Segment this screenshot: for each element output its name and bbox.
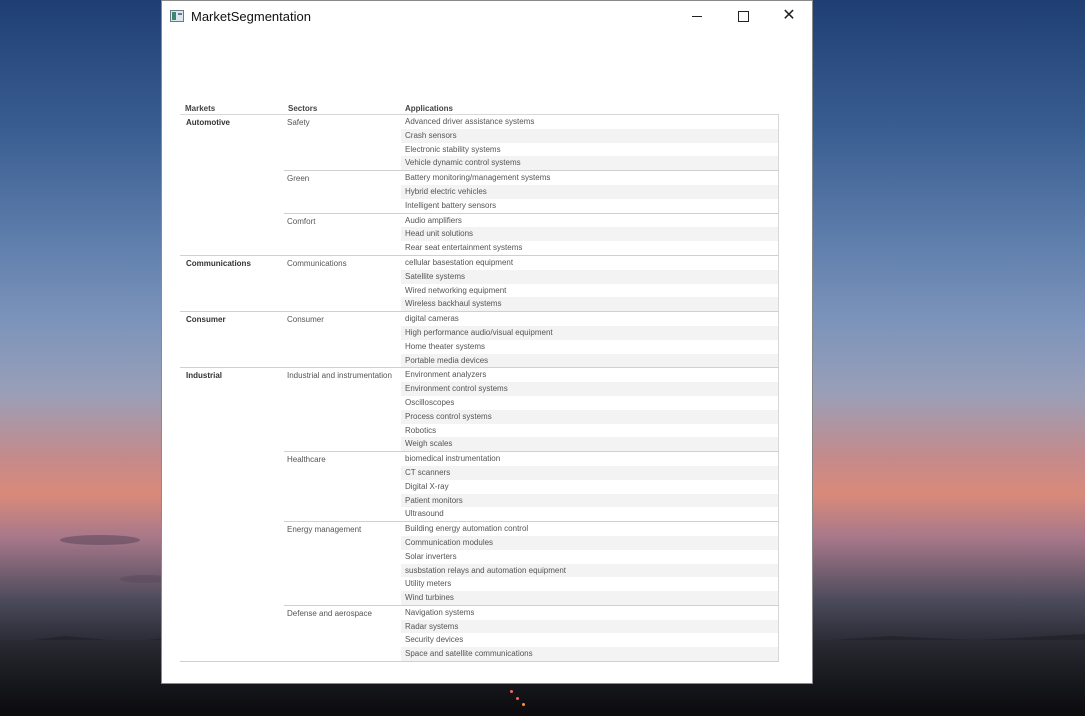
application-row: Hybrid electric vehicles — [401, 184, 778, 199]
application-row: CT scanners — [401, 465, 778, 480]
application-row: Wind turbines — [401, 591, 778, 605]
application-row: Portable media devices — [401, 353, 778, 368]
application-row: cellular basestation equipment — [405, 257, 514, 267]
app-window: MarketSegmentation ✕ Markets Sectors App… — [161, 0, 813, 684]
sector-group: Communications cellular basestation equip… — [284, 255, 779, 312]
application-row: Navigation systems — [405, 607, 475, 617]
application-row: Radar systems — [401, 619, 778, 634]
market-label: Communications — [186, 258, 251, 268]
maximize-icon — [737, 10, 749, 22]
close-button[interactable]: ✕ — [766, 1, 812, 31]
sector-label: Defense and aerospace — [287, 608, 372, 618]
table-header: Markets Sectors Applications — [180, 104, 779, 114]
application-row: susbstation relays and automation equipm… — [401, 563, 778, 578]
application-row: Building energy automation control — [405, 524, 529, 534]
application-row: Electronic stability systems — [405, 144, 501, 154]
sector-label: Healthcare — [287, 455, 326, 465]
application-row: Patient monitors — [401, 493, 778, 508]
application-row: Communication modules — [401, 535, 778, 550]
sector-group: Industrial and instrumentation Environmen… — [284, 368, 779, 452]
application-row: Oscilloscopes — [405, 397, 455, 407]
application-row: Utility meters — [405, 579, 452, 589]
application-row: Solar inverters — [405, 551, 457, 561]
application-row: Weigh scales — [401, 437, 778, 452]
application-row: Wireless backhaul systems — [401, 297, 778, 312]
application-row: Robotics — [405, 425, 437, 435]
application-row: Security devices — [405, 635, 464, 645]
applications-list: Audio amplifiers Head unit solutions Rear … — [401, 213, 779, 255]
application-row: Rear seat entertainment systems — [405, 243, 523, 253]
sector-label: Safety — [287, 118, 310, 127]
application-row: Vehicle dynamic control systems — [401, 156, 778, 171]
window-title: MarketSegmentation — [191, 8, 311, 24]
title-bar[interactable]: MarketSegmentation ✕ — [162, 1, 812, 31]
sector-group: Consumer digital cameras High performance … — [284, 312, 779, 368]
market-segmentation-table: Markets Sectors Applications Automotive S… — [180, 104, 779, 663]
minimize-icon — [692, 15, 702, 17]
sector-label: Comfort — [287, 216, 316, 226]
app-icon[interactable] — [170, 10, 184, 22]
table-body: Automotive Safety Advanced driver assistan… — [180, 114, 779, 663]
application-row: Advanced driver assistance systems — [405, 117, 535, 126]
sector-label: Green — [287, 174, 310, 184]
sector-label: Energy management — [287, 525, 362, 535]
application-row: High performance audio/visual equipment — [401, 325, 778, 340]
applications-list: biomedical instrumentation CT scanners Dig… — [401, 452, 779, 522]
sector-label: Communications — [287, 258, 347, 268]
application-row: Home theater systems — [405, 341, 486, 351]
sector-group: Safety Advanced driver assistance systems… — [284, 115, 779, 171]
market-group: Communications Communications cellular bas… — [180, 254, 779, 312]
applications-list: Navigation systems Radar systems Security … — [401, 605, 779, 662]
applications-list: Building energy automation control Commun… — [401, 522, 779, 605]
market-label: Consumer — [186, 315, 226, 325]
minimize-button[interactable] — [674, 1, 720, 31]
maximize-button[interactable] — [720, 1, 766, 31]
sector-group: Energy management Building energy automat… — [284, 521, 779, 605]
close-icon: ✕ — [782, 7, 796, 24]
applications-list: digital cameras High performance audio/vi… — [401, 312, 779, 368]
application-row: biomedical instrumentation — [405, 454, 501, 464]
applications-list: Battery monitoring/management systems Hyb… — [401, 171, 779, 213]
application-row: Digital X-ray — [405, 481, 449, 491]
applications-list: Advanced driver assistance systems Crash … — [401, 115, 779, 171]
application-row: Environment control systems — [401, 382, 778, 396]
applications-list: Environment analyzers Environment control… — [401, 368, 779, 452]
sector-group: Defense and aerospace Navigation systems R… — [284, 604, 779, 662]
market-group: Automotive Safety Advanced driver assistan… — [180, 115, 779, 255]
sector-label: Consumer — [287, 315, 324, 325]
sector-group: Comfort Audio amplifiers Head unit solutio… — [284, 212, 779, 255]
application-row: Environment analyzers — [405, 370, 487, 380]
market-group: Industrial Industrial and instrumentation… — [180, 367, 779, 662]
application-row: Crash sensors — [401, 128, 778, 143]
market-label: Industrial — [186, 371, 223, 381]
application-row: Audio amplifiers — [405, 215, 462, 225]
header-markets: Markets — [185, 104, 216, 113]
market-label: Automotive — [186, 118, 230, 127]
sector-group: Healthcare biomedical instrumentation CT s… — [284, 451, 779, 522]
window-controls: ✕ — [674, 1, 812, 31]
application-row: Satellite systems — [401, 269, 778, 284]
application-row: Intelligent battery sensors — [405, 200, 497, 210]
sector-label: Industrial and instrumentation — [287, 371, 392, 381]
header-applications: Applications — [405, 104, 454, 113]
application-row: Wired networking equipment — [405, 285, 507, 295]
sector-group: Green Battery monitoring/management syste… — [284, 170, 779, 213]
application-row: Ultrasound — [405, 509, 444, 519]
application-row: Head unit solutions — [401, 227, 778, 242]
application-row: digital cameras — [405, 314, 459, 324]
application-row: Process control systems — [401, 409, 778, 424]
applications-list: cellular basestation equipment Satellite … — [401, 255, 779, 312]
application-row: Battery monitoring/management systems — [405, 173, 551, 183]
market-group: Consumer Consumer digital cameras High perf… — [180, 311, 779, 368]
application-row: Space and satellite communications — [401, 647, 778, 662]
header-sectors: Sectors — [288, 104, 318, 113]
